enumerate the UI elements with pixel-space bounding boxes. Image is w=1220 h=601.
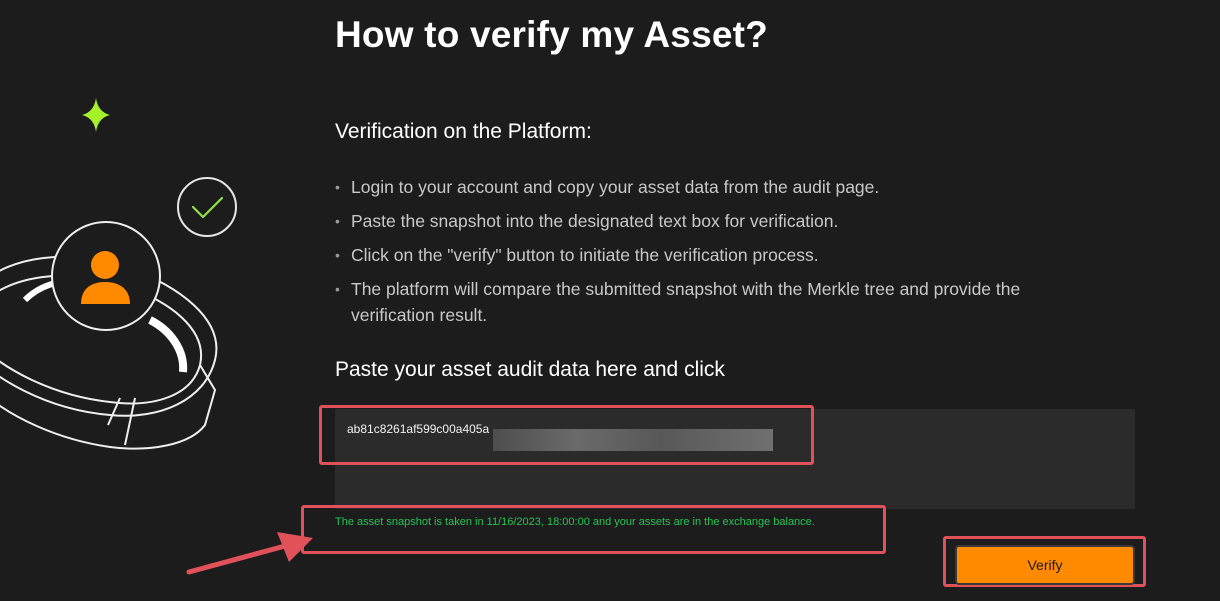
security-illustration <box>0 98 237 450</box>
step-item: • The platform will compare the submitte… <box>335 276 1095 328</box>
bullet: • <box>335 281 340 297</box>
bullet: • <box>335 247 340 263</box>
verify-button[interactable]: Verify <box>955 545 1135 585</box>
arrow-annotation <box>186 532 313 575</box>
highlight-box-message <box>301 505 886 554</box>
step-text: Click on the "verify" button to initiate… <box>351 245 819 265</box>
section-title: Verification on the Platform: <box>335 120 592 143</box>
page-title: How to verify my Asset? <box>335 14 768 55</box>
step-text: Login to your account and copy your asse… <box>351 177 880 197</box>
user-avatar-icon <box>51 221 161 331</box>
verification-steps: • Login to your account and copy your as… <box>335 174 1095 336</box>
sparkle-icon <box>82 98 110 132</box>
step-item: • Click on the "verify" button to initia… <box>335 242 1095 268</box>
highlight-box-textbox <box>319 405 814 465</box>
snapshot-status-message: The asset snapshot is taken in 11/16/202… <box>335 516 815 528</box>
step-item: • Login to your account and copy your as… <box>335 174 1095 200</box>
bullet: • <box>335 179 340 195</box>
bullet: • <box>335 213 340 229</box>
step-text: The platform will compare the submitted … <box>351 279 1021 325</box>
check-circle-icon <box>177 177 237 237</box>
step-text: Paste the snapshot into the designated t… <box>351 211 839 231</box>
paste-title: Paste your asset audit data here and cli… <box>335 358 725 381</box>
step-item: • Paste the snapshot into the designated… <box>335 208 1095 234</box>
